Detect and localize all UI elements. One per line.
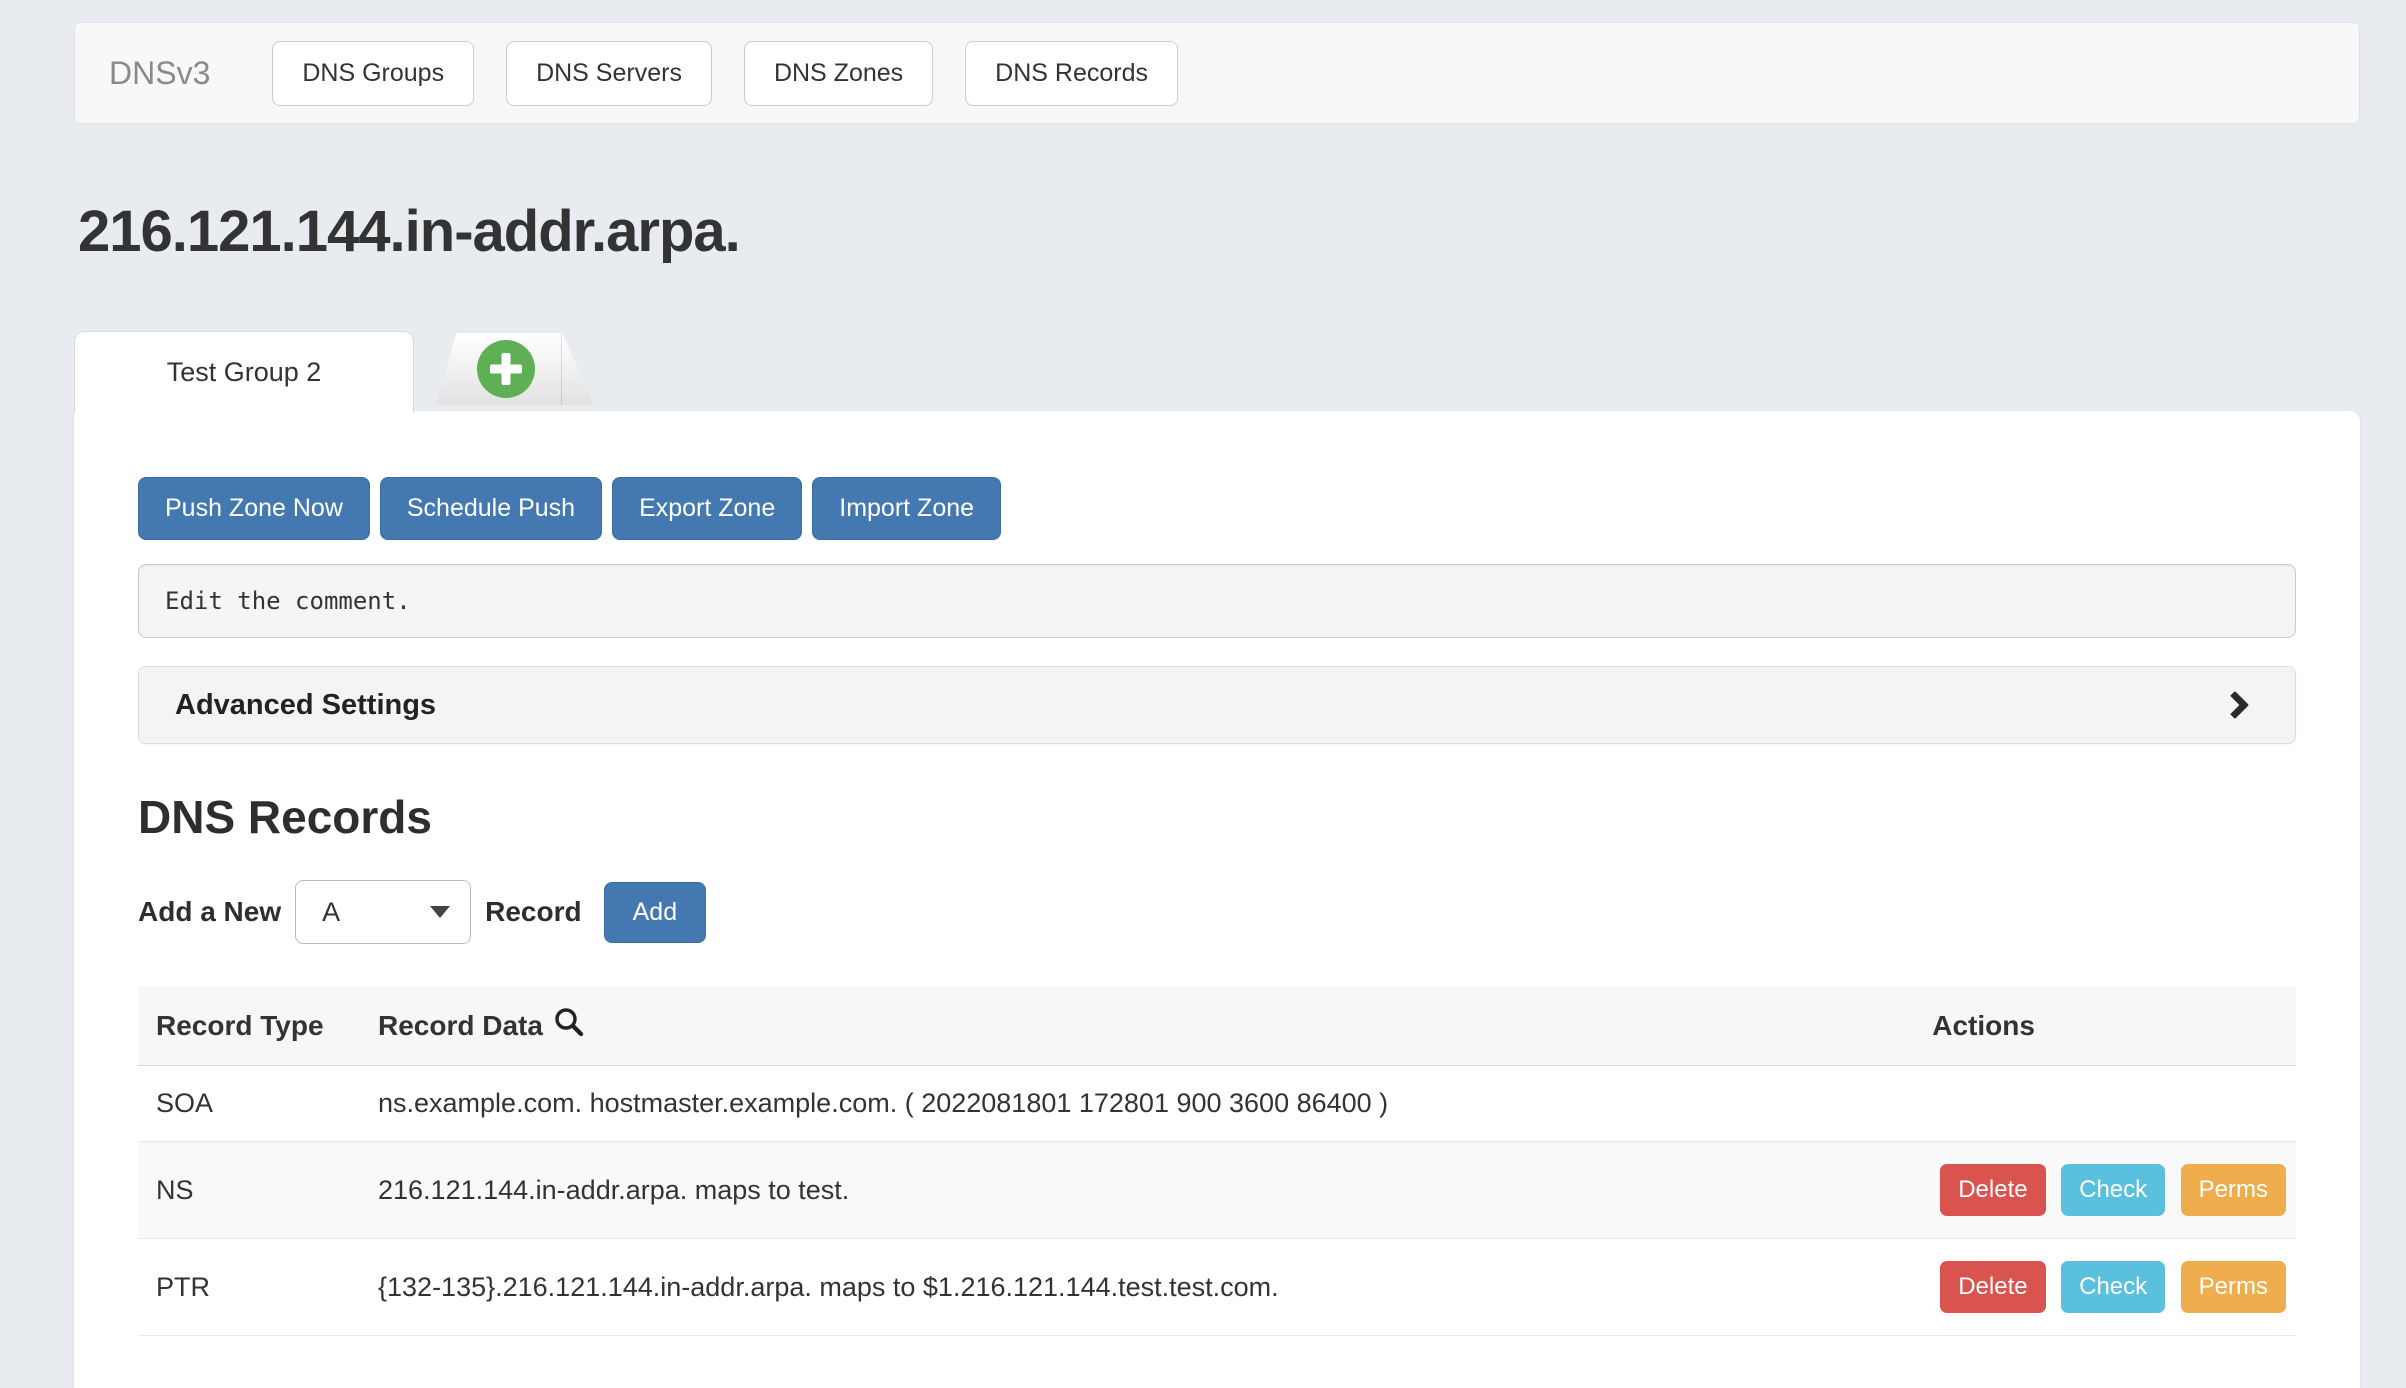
push-zone-now-button[interactable]: Push Zone Now — [138, 477, 370, 540]
record-data-cell: {132-135}.216.121.144.in-addr.arpa. maps… — [360, 1239, 1914, 1336]
record-data-cell: 216.121.144.in-addr.arpa. maps to test. — [360, 1142, 1914, 1239]
record-type-select[interactable]: A — [295, 880, 471, 944]
check-record-button[interactable]: Check — [2061, 1261, 2165, 1313]
advanced-settings-label: Advanced Settings — [175, 689, 436, 722]
export-zone-button[interactable]: Export Zone — [612, 477, 802, 540]
nav-dns-zones-button[interactable]: DNS Zones — [744, 41, 933, 106]
actions-cell: Delete Check Perms — [1914, 1239, 2296, 1336]
add-record-prefix-label: Add a New — [138, 896, 281, 928]
actions-header: Actions — [1914, 986, 2296, 1066]
tab-test-group-2[interactable]: Test Group 2 — [74, 331, 414, 413]
zone-action-buttons: Push Zone Now Schedule Push Export Zone … — [138, 477, 2296, 540]
nav-dns-records-button[interactable]: DNS Records — [965, 41, 1178, 106]
dns-records-heading: DNS Records — [138, 790, 2296, 844]
tab-label: Test Group 2 — [167, 357, 322, 388]
nav-dns-groups-button[interactable]: DNS Groups — [272, 41, 474, 106]
group-panel: Push Zone Now Schedule Push Export Zone … — [74, 411, 2360, 1388]
app-brand[interactable]: DNSv3 — [109, 55, 210, 92]
zone-comment-input[interactable]: Edit the comment. — [138, 564, 2296, 638]
group-tabs: Test Group 2 — [74, 331, 2360, 411]
record-data-cell: ns.example.com. hostmaster.example.com. … — [360, 1066, 1914, 1142]
perms-record-button[interactable]: Perms — [2181, 1261, 2286, 1313]
record-data-header: Record Data — [360, 986, 1914, 1066]
plus-icon — [477, 340, 535, 398]
import-zone-button[interactable]: Import Zone — [812, 477, 1001, 540]
search-icon[interactable] — [553, 1006, 585, 1045]
perms-record-button[interactable]: Perms — [2181, 1164, 2286, 1216]
delete-record-button[interactable]: Delete — [1940, 1164, 2045, 1216]
dns-records-table: Record Type Record Data Ac — [138, 986, 2296, 1336]
add-record-suffix-label: Record — [485, 896, 581, 928]
record-data-header-label: Record Data — [378, 1010, 543, 1042]
nav-dns-servers-button[interactable]: DNS Servers — [506, 41, 712, 106]
chevron-right-icon — [2221, 691, 2249, 719]
schedule-push-button[interactable]: Schedule Push — [380, 477, 602, 540]
check-record-button[interactable]: Check — [2061, 1164, 2165, 1216]
record-type-header: Record Type — [138, 986, 360, 1066]
add-group-tab-button[interactable] — [436, 333, 594, 405]
actions-cell — [1914, 1066, 2296, 1142]
delete-record-button[interactable]: Delete — [1940, 1261, 2045, 1313]
table-row-ptr: PTR {132-135}.216.121.144.in-addr.arpa. … — [138, 1239, 2296, 1336]
table-row-ns: NS 216.121.144.in-addr.arpa. maps to tes… — [138, 1142, 2296, 1239]
record-type-cell: SOA — [138, 1066, 360, 1142]
advanced-settings-toggle[interactable]: Advanced Settings — [138, 666, 2296, 744]
table-row-soa: SOA ns.example.com. hostmaster.example.c… — [138, 1066, 2296, 1142]
actions-cell: Delete Check Perms — [1914, 1142, 2296, 1239]
add-record-row: Add a New A Record Add — [138, 880, 2296, 944]
add-record-button[interactable]: Add — [604, 882, 706, 943]
zone-title: 216.121.144.in-addr.arpa. — [78, 198, 2360, 265]
caret-down-icon — [430, 906, 450, 918]
record-type-cell: PTR — [138, 1239, 360, 1336]
record-type-cell: NS — [138, 1142, 360, 1239]
record-type-selected-value: A — [322, 897, 340, 928]
table-header-row: Record Type Record Data Ac — [138, 986, 2296, 1066]
top-navbar: DNSv3 DNS Groups DNS Servers DNS Zones D… — [74, 22, 2360, 124]
page-container: DNSv3 DNS Groups DNS Servers DNS Zones D… — [74, 22, 2360, 1388]
